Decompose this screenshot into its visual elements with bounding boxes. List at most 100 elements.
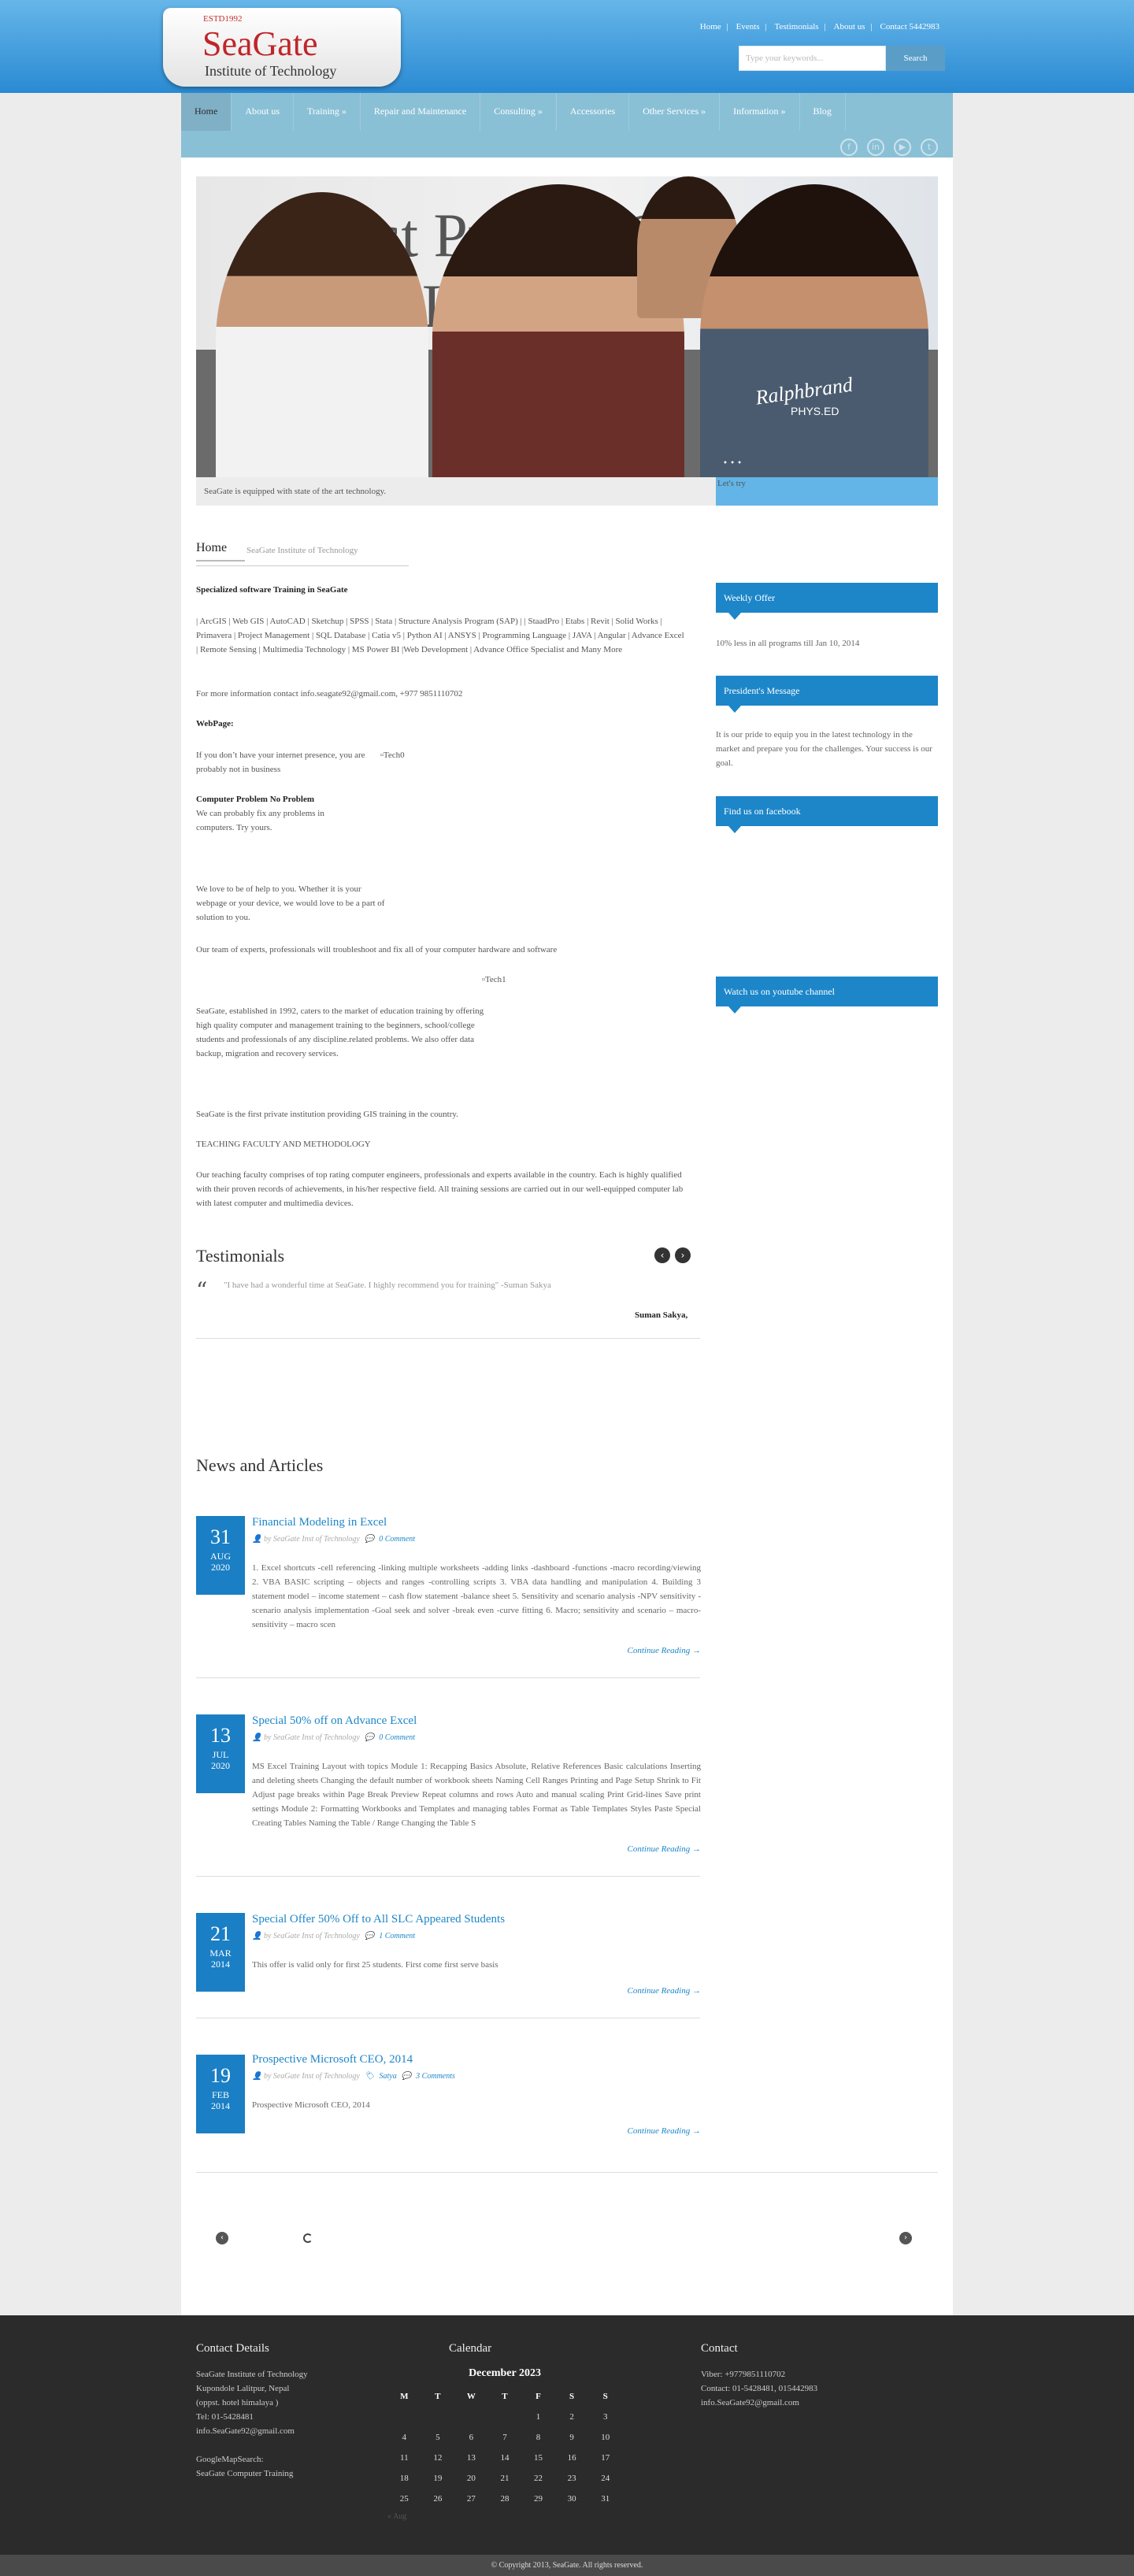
nav-training[interactable]: Training » — [294, 93, 361, 131]
calendar-day: 20 — [466, 2474, 476, 2483]
calendar-day: 7 — [502, 2433, 507, 2442]
article-comments[interactable]: 0 Comment — [379, 1535, 415, 1544]
logo[interactable]: ESTD1992 SeaGate Institute of Technology — [163, 8, 401, 87]
article-comments[interactable]: 0 Comment — [379, 1733, 415, 1742]
loading-spinner-icon — [303, 2233, 313, 2243]
user-icon: 👤 — [252, 1932, 264, 1940]
article-divider — [196, 1677, 700, 1678]
calendar-day: 22 — [534, 2474, 543, 2483]
article-divider — [196, 1876, 700, 1877]
article-author[interactable]: by SeaGate Inst of Technology — [264, 1932, 360, 1940]
article-title[interactable]: Prospective Microsoft CEO, 2014 — [252, 2053, 413, 2066]
article-body: This offer is valid only for first 25 st… — [252, 1960, 498, 1970]
calendar-day — [454, 2407, 488, 2427]
article-date: 21 MAR 2014 — [196, 1913, 245, 1992]
continue-reading-link[interactable]: Continue Reading → — [628, 1844, 702, 1854]
problem-text: We can probably fix any problems in comp… — [196, 809, 324, 832]
logo-name: SeaGate — [202, 24, 318, 63]
article-tag[interactable]: Satya — [380, 2072, 397, 2081]
footer-email[interactable]: info.SeaGate92@gmail.com — [196, 2424, 308, 2438]
youtube-widget-title[interactable]: Watch us on youtube channel — [716, 977, 938, 1014]
footer-map-link[interactable]: SeaGate Computer Training — [196, 2467, 308, 2481]
calendar-day: 2 — [569, 2412, 574, 2422]
calendar-weekday: S — [569, 2392, 575, 2401]
facebook-icon[interactable]: f — [840, 139, 858, 156]
search-input[interactable]: Type your keywords... — [739, 46, 886, 71]
nav-other-services[interactable]: Other Services » — [629, 93, 721, 131]
article-date: 19 FEB 2014 — [196, 2055, 245, 2133]
top-link-about[interactable]: About us — [834, 22, 865, 32]
contact-line: For more information contact info.seagat… — [196, 689, 463, 699]
calendar-day — [387, 2407, 421, 2427]
nav-blog[interactable]: Blog — [800, 93, 846, 131]
calendar-day: 27 — [466, 2494, 476, 2504]
footer-email[interactable]: info.SeaGate92@gmail.com — [701, 2396, 817, 2410]
top-link-home[interactable]: Home — [700, 22, 721, 32]
nav-repair[interactable]: Repair and Maintenance — [361, 93, 481, 131]
calendar-day: 29 — [534, 2494, 543, 2504]
calendar-month: December 2023 — [469, 2367, 541, 2379]
footer-line: (oppst. hotel himalaya ) — [196, 2398, 279, 2407]
article-day: 21 — [210, 1922, 231, 1945]
twitter-icon[interactable]: t — [921, 139, 938, 156]
continue-reading-link[interactable]: Continue Reading → — [628, 1646, 702, 1655]
article-author[interactable]: by SeaGate Inst of Technology — [264, 1733, 360, 1742]
slider-dots[interactable]: • • • — [723, 459, 742, 468]
breadcrumb-underline — [196, 560, 245, 562]
webpage-text: If you don’t have your internet presence… — [196, 751, 365, 774]
calendar-day: 24 — [601, 2474, 610, 2483]
article-meta: 👤 by SeaGate Inst of Technology 🏷 Satya 💬 3 … — [252, 2072, 455, 2081]
continue-reading-link[interactable]: Continue Reading → — [628, 2126, 702, 2136]
faculty-text: Our teaching faculty comprises of top ra… — [196, 1170, 684, 1208]
continue-reading-link[interactable]: Continue Reading → — [628, 1986, 702, 1996]
article-author[interactable]: by SeaGate Inst of Technology — [264, 2072, 360, 2081]
news-title: News and Articles — [196, 1455, 324, 1475]
article-title[interactable]: Special Offer 50% Off to All SLC Appeare… — [252, 1913, 505, 1926]
testimonial-prev-button[interactable]: ‹ — [654, 1247, 670, 1263]
user-icon: 👤 — [252, 1733, 264, 1742]
testimonial-quote: "I have had a wonderful time at SeaGate.… — [224, 1281, 551, 1290]
calendar-day: 11 — [399, 2453, 409, 2463]
nav-information[interactable]: Information » — [720, 93, 800, 131]
breadcrumb-site: SeaGate Institute of Technology — [246, 546, 358, 555]
testimonial-next-button[interactable]: › — [675, 1247, 691, 1263]
article-title[interactable]: Financial Modeling in Excel — [252, 1516, 387, 1529]
image-slider[interactable]: st Private Centre GIS Traini Ralphbrand … — [196, 176, 938, 477]
nav-accessories[interactable]: Accessories — [557, 93, 630, 131]
article-month: AUG — [210, 1551, 231, 1562]
article-month: JUL — [212, 1749, 229, 1760]
linkedin-icon[interactable]: in — [867, 139, 884, 156]
article-comments[interactable]: 3 Comments — [416, 2072, 455, 2081]
article-title[interactable]: Special 50% off on Advance Excel — [252, 1714, 417, 1728]
calendar-weekday: W — [466, 2392, 476, 2401]
breadcrumb-home[interactable]: Home — [196, 541, 227, 555]
article-author[interactable]: by SeaGate Inst of Technology — [264, 1535, 360, 1544]
facebook-widget-title[interactable]: Find us on facebook — [716, 796, 938, 833]
calendar-day — [421, 2407, 455, 2427]
article-comments[interactable]: 1 Comment — [379, 1932, 415, 1940]
article-year: 2020 — [211, 1562, 230, 1573]
top-link-events[interactable]: Events — [736, 22, 760, 32]
article-body: Prospective Microsoft CEO, 2014 — [252, 2100, 370, 2110]
article-body: 1. Excel shortcuts -cell referencing -li… — [252, 1563, 701, 1629]
calendar-day: 5 — [435, 2433, 440, 2442]
search-button[interactable]: Search — [886, 46, 945, 71]
calendar-prev-link[interactable]: « Aug — [387, 2512, 622, 2521]
calendar-day — [488, 2407, 522, 2427]
testimonial-author: Suman Sakya, — [635, 1310, 688, 1320]
user-icon: 👤 — [252, 2072, 264, 2081]
carousel-prev-button[interactable]: ‹ — [216, 2232, 228, 2244]
calendar-day: 6 — [469, 2433, 474, 2442]
article-meta: 👤 by SeaGate Inst of Technology 💬 1 Commen… — [252, 1932, 415, 1940]
nav-about[interactable]: About us — [232, 93, 294, 131]
top-link-contact[interactable]: Contact 5442983 — [880, 22, 939, 32]
calendar-weekday: M — [400, 2392, 409, 2401]
article-date: 13 JUL 2020 — [196, 1714, 245, 1793]
nav-home[interactable]: Home — [181, 93, 232, 131]
carousel-next-button[interactable]: › — [899, 2232, 912, 2244]
team-text: Our team of experts, professionals will … — [196, 945, 558, 954]
nav-consulting[interactable]: Consulting » — [480, 93, 557, 131]
calendar-day: 9 — [569, 2433, 574, 2442]
top-link-testimonials[interactable]: Testimonials — [775, 22, 819, 32]
youtube-icon[interactable]: ▶ — [894, 139, 911, 156]
